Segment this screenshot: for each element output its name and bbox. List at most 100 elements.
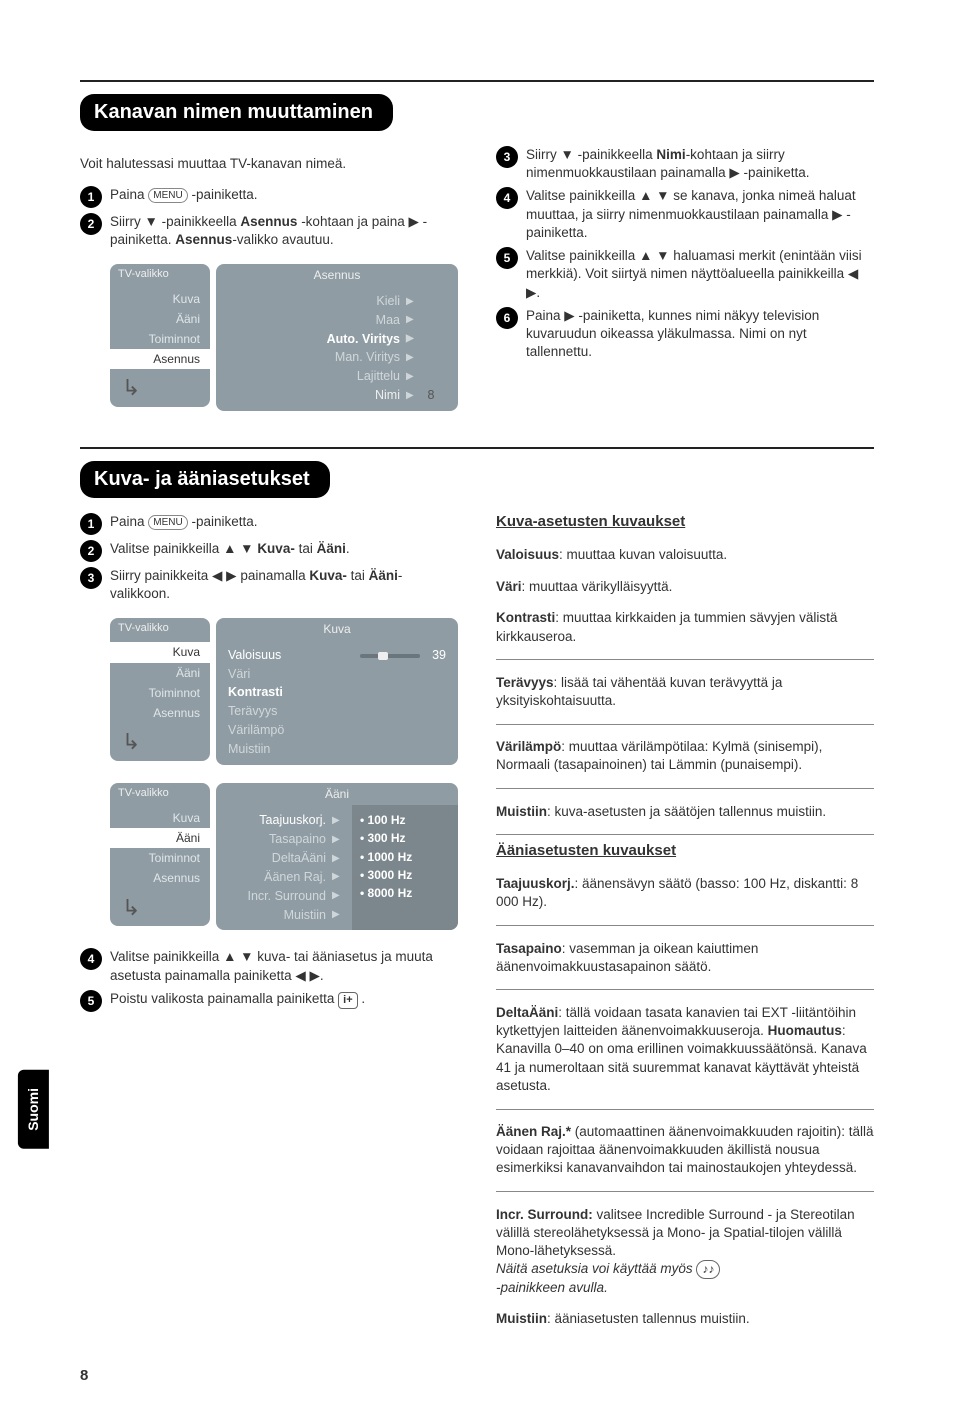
- osd-left-item: Toiminnot: [110, 848, 210, 868]
- text: Asennus: [175, 232, 232, 247]
- text: Siirry: [526, 147, 561, 162]
- separator: [496, 834, 874, 835]
- section1-intro: Voit halutessasi muuttaa TV-kanavan nime…: [80, 155, 458, 173]
- text: Valitse painikkeilla: [526, 248, 639, 263]
- language-tab: Suomi: [18, 1070, 49, 1149]
- osd-row: Taajuuskorj.: [226, 812, 332, 829]
- section2-right: Kuva-asetusten kuvaukset Valoisuus: muut…: [496, 508, 874, 1342]
- left-right-arrow-icon: ◀ ▶: [295, 968, 320, 983]
- osd-right-head: Asennus: [216, 264, 458, 286]
- osd-left-item: Toiminnot: [110, 329, 210, 349]
- osd-left-item: Asennus: [110, 868, 210, 888]
- text: Ääni: [369, 568, 398, 583]
- rule: [80, 447, 874, 449]
- triangle-right-icon: ▶: [332, 833, 342, 847]
- desc-item: Kontrasti: muuttaa kirkkaiden ja tummien…: [496, 609, 874, 645]
- step-3: 3 Siirry ▼ -painikkeella Nimi-kohtaan ja…: [496, 146, 874, 182]
- step-badge: 5: [80, 990, 102, 1012]
- text: Nimi: [656, 147, 685, 162]
- osd-left-item: Ääni: [110, 663, 210, 683]
- step-badge: 1: [80, 513, 102, 535]
- left-right-arrow-icon: ◀ ▶: [212, 568, 237, 583]
- step-badge: 2: [80, 540, 102, 562]
- section2-title: Kuva- ja ääniasetukset: [80, 461, 330, 498]
- step-badge: 1: [80, 186, 102, 208]
- rule: [80, 80, 874, 82]
- step-5b: 5 Poistu valikosta painamalla painiketta…: [80, 990, 458, 1012]
- triangle-right-icon: ▶: [332, 870, 342, 884]
- osd-row: Lajittelu: [228, 368, 406, 385]
- text: Ääni: [317, 541, 346, 556]
- osd-left-item-active: Ääni: [110, 828, 210, 848]
- text: Kuva-: [309, 568, 347, 583]
- triangle-right-icon: ▶: [332, 814, 342, 828]
- section2-left: 1 Paina MENU -painiketta. 2 Valitse pain…: [80, 508, 458, 1342]
- separator: [496, 788, 874, 789]
- desc-item: Värilämpö: muuttaa värilämpötilaa: Kylmä…: [496, 738, 874, 774]
- text: Siirry: [110, 214, 145, 229]
- sound-icon: ♪♪: [696, 1260, 720, 1278]
- osd-right-head: Ääni: [216, 783, 458, 805]
- text: -painiketta.: [192, 187, 258, 202]
- step-badge: 5: [496, 247, 518, 269]
- osd-row: Muistiin: [226, 907, 332, 924]
- text: Paina: [110, 514, 148, 529]
- desc-item: Muistiin: kuva-asetusten ja säätöjen tal…: [496, 803, 874, 821]
- text: tai: [295, 541, 317, 556]
- up-down-arrow-icon: ▲ ▼: [639, 248, 669, 263]
- text: -painiketta.: [188, 514, 258, 529]
- osd-row: Auto. Viritys: [228, 331, 406, 348]
- step-badge: 3: [80, 567, 102, 589]
- text: painamalla: [237, 568, 310, 583]
- section1-left: Voit halutessasi muuttaa TV-kanavan nime…: [80, 141, 458, 429]
- step-badge: 4: [80, 948, 102, 970]
- osd-asennus: TV-valikko Kuva Ääni Toiminnot Asennus ↳…: [110, 264, 458, 411]
- text: .: [536, 285, 540, 300]
- osd-row: Väri: [228, 666, 446, 683]
- text: -kohtaan ja paina: [297, 214, 408, 229]
- text: .: [346, 541, 350, 556]
- osd-left-item: Toiminnot: [110, 683, 210, 703]
- osd-row: Terävyys: [228, 703, 446, 720]
- osd-left-item: Asennus: [110, 703, 210, 723]
- step-4: 4 Valitse painikkeilla ▲ ▼ se kanava, jo…: [496, 187, 874, 242]
- osd-hz: • 300 Hz: [360, 829, 450, 847]
- osd-hz: • 100 Hz: [360, 811, 450, 829]
- right-arrow-icon: ▶: [564, 308, 574, 323]
- up-down-arrow-icon: ▲ ▼: [223, 949, 253, 964]
- desc-item: DeltaÄäni: tällä voidaan tasata kanavien…: [496, 1004, 874, 1095]
- info-icon: i+: [338, 992, 357, 1009]
- desc-item: Väri: muuttaa värikylläisyyttä.: [496, 578, 874, 596]
- osd-hz: • 3000 Hz: [360, 866, 450, 884]
- aani-desc-head: Ääniasetusten kuvaukset: [496, 841, 874, 861]
- step-1b: 1 Paina MENU -painiketta.: [80, 513, 458, 535]
- right-arrow-icon: ▶: [729, 165, 739, 180]
- text: Siirry painikkeita: [110, 568, 212, 583]
- text: Valitse painikkeilla: [526, 188, 639, 203]
- osd-left-item-active: Kuva: [110, 642, 210, 662]
- text: tai: [347, 568, 369, 583]
- step-2b: 2 Valitse painikkeilla ▲ ▼ Kuva- tai Ään…: [80, 540, 458, 562]
- osd-left-item: Ääni: [110, 309, 210, 329]
- text: -valikko avautuu.: [232, 232, 333, 247]
- osd-row: Kontrasti: [228, 684, 446, 701]
- section1-title: Kanavan nimen muuttaminen: [80, 94, 393, 131]
- desc-item: Muistiin: ääniasetusten tallennus muisti…: [496, 1310, 874, 1328]
- step-badge: 6: [496, 307, 518, 329]
- osd-row: Nimi: [228, 387, 406, 404]
- separator: [496, 925, 874, 926]
- menu-icon: MENU: [148, 188, 187, 204]
- osd-left-item: Kuva: [110, 289, 210, 309]
- osd-row: Äänen Raj.: [226, 869, 332, 886]
- step-1: 1 Paina MENU -painiketta.: [80, 186, 458, 208]
- desc-item: Incr. Surround: valitsee Incredible Surr…: [496, 1206, 874, 1297]
- text: Paina: [526, 308, 564, 323]
- step-badge: 3: [496, 146, 518, 168]
- osd-kuva: TV-valikko Kuva Ääni Toiminnot Asennus ↳…: [110, 618, 458, 765]
- step-6: 6 Paina ▶ -painiketta, kunnes nimi näkyy…: [496, 307, 874, 362]
- separator: [496, 989, 874, 990]
- separator: [496, 1191, 874, 1192]
- osd-left-item: Kuva: [110, 808, 210, 828]
- hook-arrow-icon: ↳: [122, 893, 210, 923]
- text: .: [320, 968, 324, 983]
